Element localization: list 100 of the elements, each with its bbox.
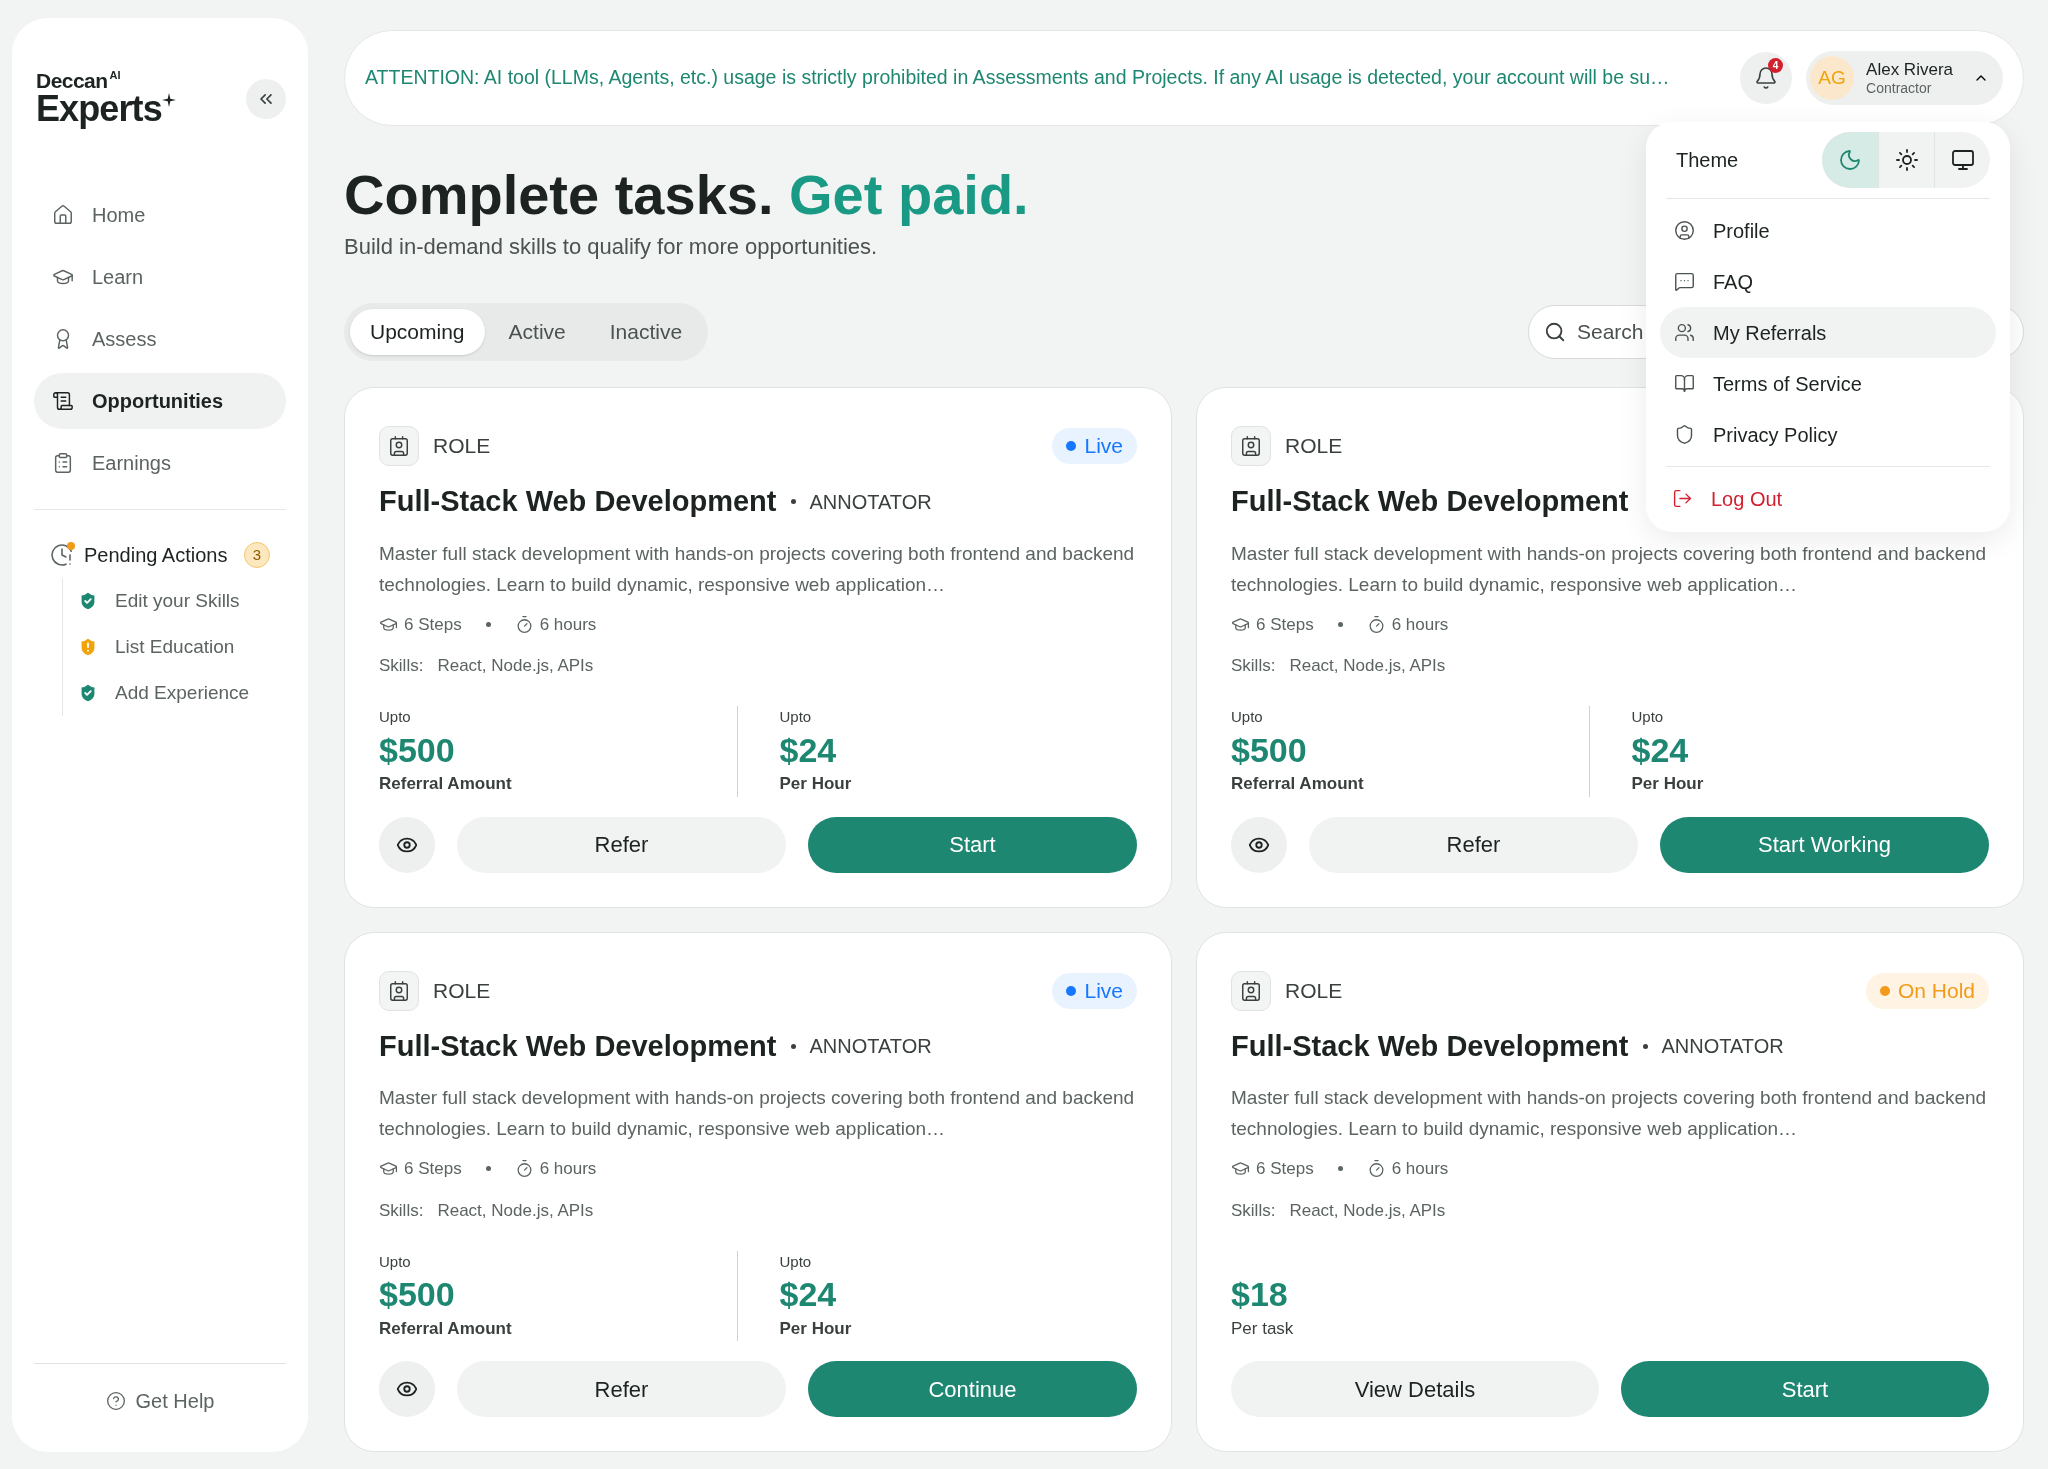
tab[interactable]: Inactive [589,309,703,355]
duration-text: 6 hours [1391,1158,1449,1180]
card-title: Full-Stack Web Development [379,484,777,519]
id-card-icon [379,970,419,1011]
scroll-icon [52,390,74,412]
steps-text: 6 Steps [1256,1158,1314,1180]
pay-amount: $24 [779,1274,838,1315]
nav-item[interactable]: Home [34,187,286,243]
sparkle-icon [161,93,176,107]
nav-item[interactable]: Opportunities [34,373,286,429]
status-badge: Live [1052,428,1137,464]
duration-text: 6 hours [539,613,597,636]
upto-label: Upto [1631,707,1665,727]
status-badge: On Hold [1865,972,1989,1009]
role-label: ROLE [433,433,491,460]
nav-item[interactable]: Assess [34,311,286,367]
upto-label: Upto [779,707,813,727]
skills-text: React, Node.js, APIs [1289,1199,1446,1222]
card-title: Full-Stack Web Development [1231,484,1629,519]
primary-button[interactable]: Start [1621,1361,1989,1417]
pay-caption: Per Hour [779,773,853,795]
role-type: ANNOTATOR [809,1034,932,1060]
theme-label: Theme [1676,148,1739,173]
checklist-icon [52,452,74,474]
chat-bubble-icon [1674,271,1695,292]
skills-text: React, Node.js, APIs [437,655,594,677]
pay-amount: $500 [379,1274,456,1315]
nav-item[interactable]: Learn [34,249,286,305]
avatar: AG [1810,56,1855,100]
user-menu-button[interactable]: AG Alex Rivera Contractor [1806,51,2003,105]
collapse-button[interactable] [246,78,286,119]
tab[interactable]: Active [488,309,586,355]
pending-action-item[interactable]: Edit your Skills [63,578,270,624]
duration-text: 6 hours [539,1158,597,1180]
pay-amount: $18 [1231,1274,1289,1315]
secondary-button[interactable]: Refer [457,816,786,873]
upto-label: Upto [379,1251,412,1272]
user-circle-icon [1674,220,1695,241]
upto-label: Upto [779,1251,813,1272]
card-description: Master full stack development with hands-on projects covering both frontend and backend technologies. Learn to build dynamic, responsive web application… [1231,1086,1988,1141]
pay-amount: $500 [379,729,456,771]
pay-amount: $24 [779,729,838,771]
upto-label: Upto [1231,707,1264,727]
menu-item[interactable]: My Referrals [1660,307,1996,358]
role-type: ANNOTATOR [1661,1034,1784,1060]
card-title: Full-Stack Web Development [1231,1028,1629,1064]
id-card-icon [379,426,419,466]
menu-item[interactable]: Log Out [1666,473,1990,524]
house-icon [52,204,74,226]
people-icon [1674,322,1695,343]
secondary-button[interactable]: View Details [1231,1361,1599,1417]
id-card-icon [1231,970,1271,1011]
logo-text: Deccan [36,70,108,91]
logout-icon [1672,488,1693,509]
pay-caption: Referral Amount [379,1317,513,1340]
user-name: Alex Rivera [1866,58,1953,80]
shield-icon [1674,424,1695,445]
tab[interactable]: Upcoming [350,309,485,355]
book-icon [1674,373,1695,394]
primary-button[interactable]: Start [808,816,1137,873]
pay-amount: $24 [1631,729,1690,771]
primary-button[interactable]: Continue [808,1361,1137,1417]
duration-text: 6 hours [1391,613,1449,636]
menu-item[interactable]: Privacy Policy [1660,409,1996,460]
skills-text: React, Node.js, APIs [437,1199,594,1222]
pay-caption: Per task [1231,1317,1295,1340]
preview-button[interactable] [379,1361,435,1417]
secondary-button[interactable]: Refer [457,1361,786,1417]
pending-action-item[interactable]: Add Experience [63,670,270,716]
moon-icon [1838,148,1862,172]
primary-button[interactable]: Start Working [1660,816,1989,873]
attention-banner-text: ATTENTION: AI tool (LLMs, Agents, etc.) usage is strictly prohibited in Assessments and Projects. If any AI usage is detected, your account will be su… [365,65,1671,91]
card-description: Master full stack development with hands-on projects covering both frontend and backend technologies. Learn to build dynamic, responsive web application… [379,541,1136,597]
role-type: ANNOTATOR [809,489,932,515]
get-help-link[interactable]: Get Help [105,1386,215,1416]
menu-item[interactable]: Terms of Service [1660,358,1996,409]
card-description: Master full stack development with hands-on projects covering both frontend and backend technologies. Learn to build dynamic, responsive web application… [1231,541,1988,597]
skills-text: React, Node.js, APIs [1289,655,1446,677]
clock-alert-icon [50,543,74,567]
id-card-icon [1231,426,1271,466]
pending-actions-title: Pending Actions [84,543,229,568]
pay-caption: Per Hour [779,1317,853,1340]
pay-caption: Per Hour [1631,773,1705,795]
count-badge: 3 [244,542,270,568]
notification-button[interactable]: 4 [1740,52,1793,104]
steps-text: 6 Steps [404,613,462,636]
page-heading: Complete tasks. Get paid. [344,162,1029,228]
monitor-icon [1950,148,1975,172]
logo-superscript: AI [109,70,121,81]
nav-item[interactable]: Earnings [34,435,286,491]
pending-action-item[interactable]: List Education [63,624,270,670]
search-icon [1544,321,1566,343]
page-subtitle: Build in-demand skills to qualify for more opportunities. [344,233,878,261]
menu-item[interactable]: FAQ [1660,256,1996,307]
sun-icon [1894,148,1919,172]
secondary-button[interactable]: Refer [1309,816,1638,873]
menu-item[interactable]: Profile [1660,205,1996,256]
skills-label: Skills: [379,1199,424,1222]
card-title: Full-Stack Web Development [379,1028,777,1064]
notification-count: 4 [1768,58,1784,73]
